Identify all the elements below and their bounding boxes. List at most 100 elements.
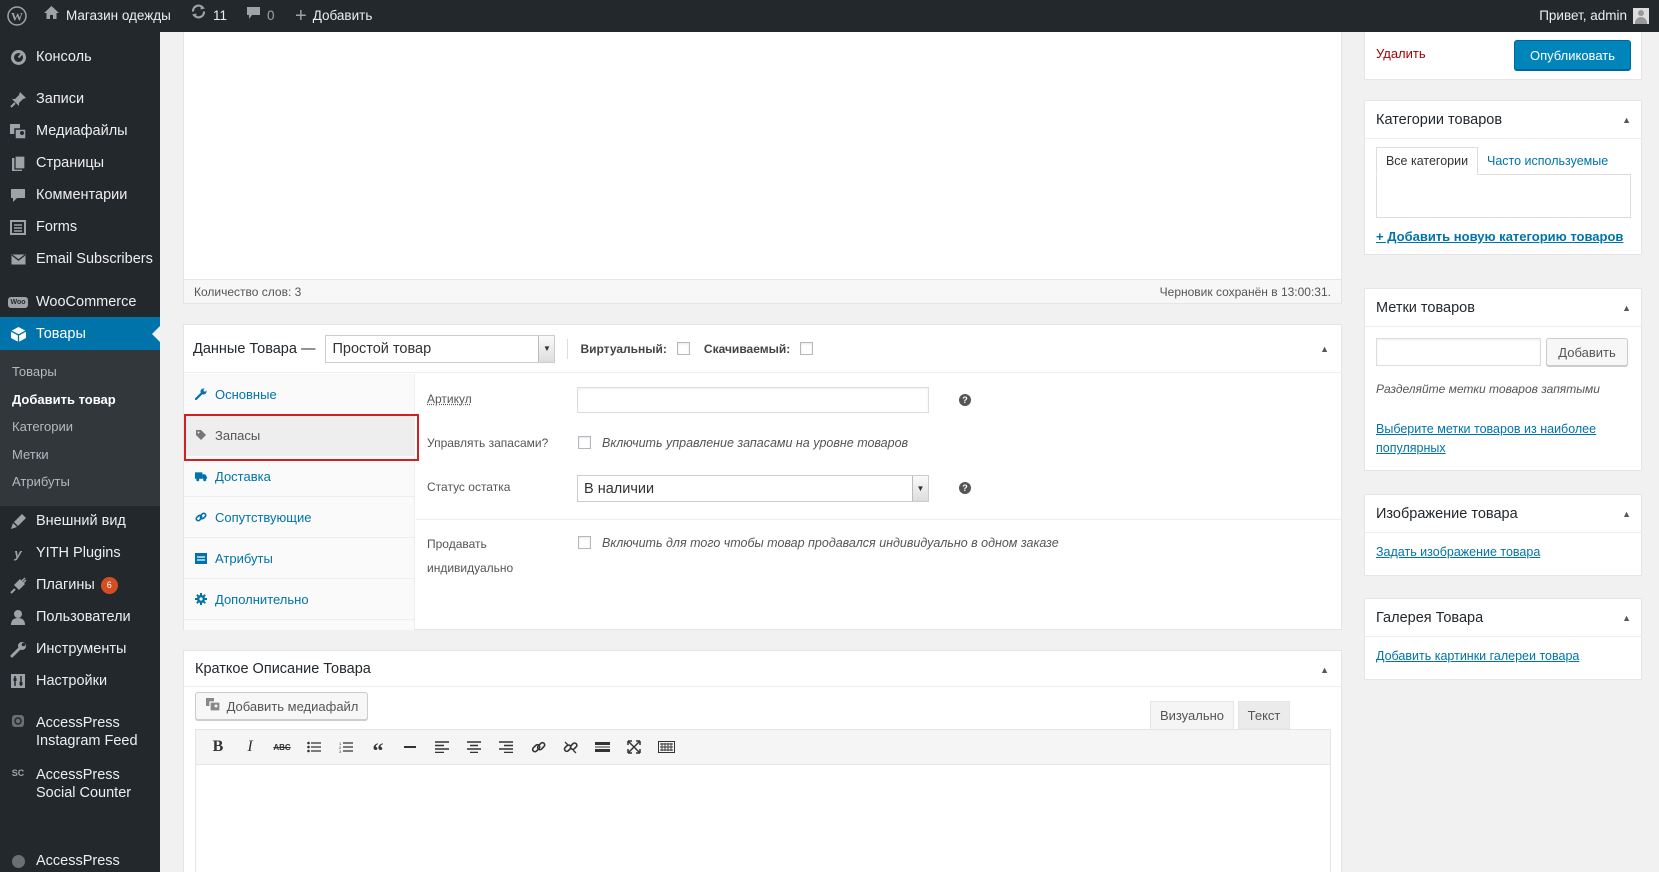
sold-individually-checkbox[interactable]	[578, 536, 591, 549]
align-right-icon[interactable]	[490, 733, 522, 761]
publish-button[interactable]: Опубликовать	[1514, 40, 1631, 70]
submenu-attributes[interactable]: Атрибуты	[0, 468, 160, 496]
manage-stock-description: Включить управление запасами на уровне т…	[602, 436, 909, 450]
help-icon[interactable]: ?	[959, 394, 971, 406]
sku-label: Артикул	[427, 392, 472, 406]
choose-popular-tags-link[interactable]: Выберите метки товаров из наиболее	[1376, 422, 1596, 436]
submenu-add-product[interactable]: Добавить товар	[0, 386, 160, 414]
horizontal-line-icon[interactable]	[394, 733, 426, 761]
products-icon	[0, 326, 36, 343]
add-new-link[interactable]: + Добавить	[295, 0, 372, 32]
tab-linked-products[interactable]: Сопутствующие	[184, 497, 414, 538]
downloadable-checkbox[interactable]	[800, 342, 814, 355]
submenu-products[interactable]: Товары	[0, 358, 160, 386]
collapse-toggle-icon[interactable]: ▲	[1622, 303, 1631, 313]
collapse-toggle-icon[interactable]: ▲	[1622, 509, 1631, 519]
virtual-label: Виртуальный:	[580, 341, 667, 356]
manage-stock-checkbox[interactable]	[578, 436, 591, 449]
add-tag-button[interactable]: Добавить	[1546, 338, 1628, 366]
collapse-toggle-icon[interactable]: ▲	[1320, 665, 1329, 675]
collapse-toggle-icon[interactable]: ▲	[1320, 344, 1329, 354]
collapse-toggle-icon[interactable]: ▲	[1622, 613, 1631, 623]
post-content-editor[interactable]: Количество слов: 3 Черновик сохранён в 1…	[183, 32, 1342, 304]
short-description-editor[interactable]	[195, 764, 1331, 872]
comments-count: 0	[267, 8, 275, 23]
menu-dashboard[interactable]: Консоль	[0, 40, 160, 74]
set-product-image-link[interactable]: Задать изображение товара	[1376, 545, 1540, 559]
product-gallery-title: Галерея Товара	[1376, 609, 1484, 626]
submenu-categories[interactable]: Категории	[0, 413, 160, 441]
tab-text[interactable]: Текст	[1238, 701, 1290, 729]
menu-posts[interactable]: Записи	[0, 82, 160, 116]
align-left-icon[interactable]	[426, 733, 458, 761]
menu-accesspress-instagram[interactable]: AccessPress Instagram Feed	[0, 710, 160, 754]
menu-plugins[interactable]: Плагины 6	[0, 568, 160, 602]
tab-inventory[interactable]: Запасы	[184, 414, 419, 461]
virtual-checkbox[interactable]	[676, 342, 690, 355]
add-gallery-images-link[interactable]: Добавить картинки галереи товара	[1376, 649, 1579, 663]
stock-status-value: В наличии	[584, 480, 655, 497]
menu-products[interactable]: Товары	[0, 317, 160, 351]
comments-link[interactable]: 0	[246, 0, 275, 32]
wordpress-logo-icon[interactable]: W	[7, 0, 27, 32]
insert-link-icon[interactable]	[522, 733, 554, 761]
tab-visual[interactable]: Визуально	[1150, 701, 1234, 729]
menu-woocommerce[interactable]: Woo WooCommerce	[0, 285, 160, 319]
menu-pages[interactable]: Страницы	[0, 146, 160, 180]
italic-icon[interactable]: I	[234, 733, 266, 761]
tab-attributes[interactable]: Атрибуты	[184, 538, 414, 579]
tab-popular-categories[interactable]: Часто используемые	[1487, 147, 1608, 175]
product-data-header: Данные Товара — Простой товар ▼ Виртуаль…	[184, 325, 1341, 373]
admin-sidebar: Консоль Записи Медиафайлы Страницы Комме…	[0, 32, 160, 872]
menu-accesspress[interactable]: AccessPress	[0, 844, 160, 872]
menu-appearance[interactable]: Внешний вид	[0, 504, 160, 538]
menu-forms[interactable]: Forms	[0, 210, 160, 244]
add-new-category-link[interactable]: + Добавить новую категорию товаров	[1376, 229, 1623, 244]
publish-box: Удалить Опубликовать	[1364, 32, 1642, 80]
tab-general[interactable]: Основные	[184, 374, 414, 415]
sold-individually-label-line1: Продавать	[427, 537, 487, 551]
tools-icon	[0, 641, 36, 658]
fullscreen-icon[interactable]	[618, 733, 650, 761]
product-type-select[interactable]: Простой товар ▼	[325, 334, 556, 363]
submenu-tags[interactable]: Метки	[0, 441, 160, 469]
collapse-toggle-icon[interactable]: ▲	[1622, 115, 1631, 125]
read-more-icon[interactable]	[586, 733, 618, 761]
sku-input[interactable]	[577, 387, 929, 413]
categories-title: Категории товаров	[1376, 111, 1503, 128]
toolbar-toggle-icon[interactable]	[650, 733, 682, 761]
menu-email-subscribers[interactable]: Email Subscribers	[0, 242, 160, 276]
tab-all-categories[interactable]: Все категории	[1376, 147, 1478, 175]
strikethrough-icon[interactable]: ABC	[266, 733, 298, 761]
tag-input[interactable]	[1376, 338, 1541, 366]
menu-settings[interactable]: Настройки	[0, 664, 160, 698]
menu-media[interactable]: Медиафайлы	[0, 114, 160, 148]
blockquote-icon[interactable]: “	[362, 733, 394, 763]
menu-yith-plugins[interactable]: y YITH Plugins	[0, 536, 160, 570]
chevron-down-icon: ▼	[538, 335, 555, 362]
tags-hint: Разделяйте метки товаров запятыми	[1376, 382, 1600, 396]
bold-icon[interactable]: B	[202, 733, 234, 761]
pages-icon	[0, 154, 36, 172]
account-menu[interactable]: Привет, admin	[1539, 0, 1649, 32]
stock-status-select[interactable]: В наличии ▼	[577, 475, 929, 502]
menu-users[interactable]: Пользователи	[0, 600, 160, 634]
plus-icon: +	[295, 5, 307, 27]
bullet-list-icon[interactable]	[298, 733, 330, 761]
align-center-icon[interactable]	[458, 733, 490, 761]
choose-popular-tags-link-line2[interactable]: популярных	[1376, 441, 1446, 455]
updates-link[interactable]: 11	[190, 0, 227, 32]
accesspress-icon	[0, 854, 36, 869]
categories-checklist[interactable]	[1376, 174, 1631, 218]
tab-advanced[interactable]: Дополнительно	[184, 579, 414, 620]
menu-tools[interactable]: Инструменты	[0, 632, 160, 666]
numbered-list-icon[interactable]: 123	[330, 733, 362, 761]
tab-shipping[interactable]: Доставка	[184, 456, 414, 497]
add-media-button[interactable]: Добавить медиафайл	[195, 692, 368, 720]
menu-comments[interactable]: Комментарии	[0, 178, 160, 212]
move-to-trash-link[interactable]: Удалить	[1376, 46, 1426, 61]
help-icon[interactable]: ?	[959, 482, 971, 494]
unlink-icon[interactable]	[554, 733, 586, 761]
menu-accesspress-social-counter[interactable]: SC AccessPress Social Counter	[0, 762, 160, 806]
site-name-link[interactable]: Магазин одежды	[43, 0, 171, 32]
